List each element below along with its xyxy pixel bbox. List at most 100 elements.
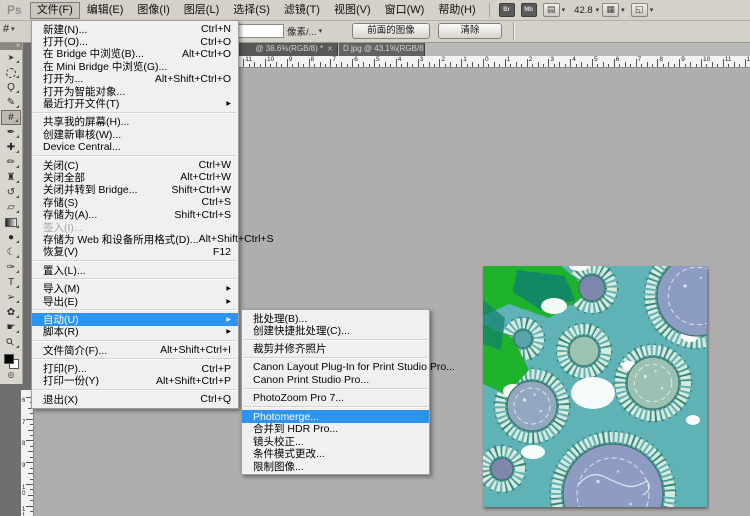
- view-extras-button[interactable]: ▤▾: [543, 3, 566, 17]
- file-menu-item[interactable]: 恢复(V)F12: [32, 246, 238, 258]
- gradient-tool[interactable]: [1, 215, 21, 230]
- path-selection-tool[interactable]: ➢: [1, 290, 21, 305]
- automate-submenu-item[interactable]: Canon Print Studio Pro...: [242, 374, 429, 386]
- foreground-color-swatch[interactable]: [4, 354, 14, 364]
- custom-shape-tool[interactable]: ✿: [1, 305, 21, 320]
- screen-mode-button[interactable]: ◱▾: [631, 3, 654, 17]
- ruler-tick: [728, 64, 729, 67]
- menu-separator: [243, 357, 428, 359]
- menubar-item-layer[interactable]: 图层(L): [177, 2, 226, 19]
- clear-button[interactable]: 清除: [438, 23, 502, 39]
- file-menu-item[interactable]: Device Central...: [32, 141, 238, 153]
- menubar-item-filter[interactable]: 滤镜(T): [277, 2, 327, 19]
- front-image-button[interactable]: 前面的图像: [352, 23, 430, 39]
- document-image[interactable]: [483, 266, 707, 507]
- ruler-tick: [412, 64, 413, 67]
- launch-mini-bridge-button[interactable]: Mb: [521, 3, 537, 17]
- file-menu-item[interactable]: 置入(L)...: [32, 264, 238, 276]
- history-brush-tool[interactable]: ↺: [1, 185, 21, 200]
- panel-collapse-icon[interactable]: »: [0, 42, 22, 50]
- ruler-number: 11: [245, 56, 252, 63]
- document-tab-active[interactable]: D.jpg @ 43.1%(RGB/8) *✕: [339, 42, 425, 56]
- blur-tool[interactable]: ●: [1, 230, 21, 245]
- zoom-level-value[interactable]: 42.8: [574, 5, 593, 16]
- type-tool[interactable]: T: [1, 275, 21, 290]
- hand-tool[interactable]: ☛: [1, 320, 21, 335]
- file-menu-item[interactable]: 导出(E)▶: [32, 295, 238, 307]
- close-icon[interactable]: ✕: [327, 46, 333, 53]
- crop-tool[interactable]: #: [1, 110, 21, 125]
- ruler-tick: [510, 64, 511, 67]
- crop-size-field[interactable]: [238, 24, 284, 38]
- ruler-number: 6: [22, 398, 25, 404]
- menu-item-shortcut: Alt+Shift+Ctrl+O: [155, 73, 231, 85]
- spot-healing-brush-tool-icon: ✚: [7, 142, 15, 153]
- eraser-tool[interactable]: ▱: [1, 200, 21, 215]
- automate-submenu-item[interactable]: Canon Layout Plug-In for Print Studio Pr…: [242, 361, 429, 373]
- menubar-item-edit[interactable]: 编辑(E): [80, 2, 131, 19]
- menubar-item-image[interactable]: 图像(I): [130, 2, 176, 19]
- lasso-tool-icon: Ϙ: [7, 82, 15, 93]
- brush-tool-icon: ✏: [7, 157, 15, 168]
- flower-disc: [627, 357, 679, 409]
- quick-selection-tool[interactable]: ✎: [1, 95, 21, 110]
- ruler-tick: [363, 62, 364, 67]
- file-menu-item[interactable]: 退出(X)Ctrl+Q: [32, 393, 238, 405]
- file-menu-item[interactable]: 创建新审核(W)...: [32, 128, 238, 140]
- dodge-tool[interactable]: ☾: [1, 245, 21, 260]
- menubar-item-file[interactable]: 文件(F): [30, 2, 80, 19]
- menubar-item-select[interactable]: 选择(S): [226, 2, 277, 19]
- spot-healing-brush-tool[interactable]: ✚: [1, 140, 21, 155]
- elliptical-marquee-tool[interactable]: [1, 65, 21, 80]
- tool-preset-picker[interactable]: # ▾: [3, 23, 15, 35]
- ruler-tick: [423, 64, 424, 67]
- menubar-item-view[interactable]: 视图(V): [327, 2, 378, 19]
- automate-submenu-item[interactable]: 裁剪并修齐照片: [242, 343, 429, 355]
- arrange-documents-button[interactable]: ▦▾: [602, 3, 625, 17]
- menu-separator: [33, 278, 237, 280]
- file-menu-item[interactable]: 打印一份(Y)Alt+Shift+Ctrl+P: [32, 375, 238, 387]
- pen-tool[interactable]: ✑: [1, 260, 21, 275]
- ruler-tick: [608, 64, 609, 67]
- menubar-item-window[interactable]: 窗口(W): [378, 2, 432, 19]
- ruler-tick: [341, 62, 342, 67]
- zoom-tool[interactable]: ⚲: [1, 335, 21, 350]
- ruler-tick: [28, 451, 33, 452]
- ruler-number: 11: [725, 56, 732, 63]
- automate-submenu-item[interactable]: PhotoZoom Pro 7...: [242, 392, 429, 404]
- clone-stamp-tool[interactable]: ♜: [1, 170, 21, 185]
- ruler-number: 7: [22, 420, 25, 426]
- move-tool[interactable]: ➤: [1, 50, 21, 65]
- automate-submenu-item[interactable]: 创建快捷批处理(C)...: [242, 324, 429, 336]
- chevron-down-icon: ▾: [650, 6, 654, 14]
- file-menu-item[interactable]: 脚本(R)▶: [32, 326, 238, 338]
- eyedropper-tool[interactable]: ✒: [1, 125, 21, 140]
- menu-item-shortcut: Ctrl+S: [202, 196, 231, 208]
- menu-item-label: 最近打开文件(T): [43, 96, 119, 111]
- automate-submenu-item[interactable]: 限制图像...: [242, 460, 429, 472]
- resolution-unit-select[interactable]: 像素/... ▾: [287, 24, 322, 38]
- ruler-tick: [28, 495, 33, 496]
- tools-panel: » ➤ Ϙ ✎#✒ ✚ ✏ ♜↺▱ ●☾✑T➢✿☛⚲ ◎: [0, 42, 23, 384]
- menu-separator: [243, 406, 428, 408]
- quick-mask-button[interactable]: ◎: [1, 370, 21, 380]
- menubar-item-help[interactable]: 帮助(H): [431, 2, 482, 19]
- brush-tool[interactable]: ✏: [1, 155, 21, 170]
- color-swatches[interactable]: [1, 352, 21, 370]
- ruler-tick: [456, 64, 457, 67]
- launch-bridge-button[interactable]: Br: [499, 3, 515, 17]
- ruler-tick: [467, 64, 468, 67]
- file-menu-item[interactable]: 最近打开文件(T)▶: [32, 97, 238, 109]
- vertical-ruler[interactable]: 67891 01 1: [21, 390, 34, 516]
- menu-item-shortcut: Alt+Ctrl+W: [180, 171, 231, 183]
- flower-speckle: [596, 480, 599, 483]
- white-patch: [686, 415, 700, 425]
- menu-item-shortcut: Ctrl+N: [201, 23, 231, 35]
- lasso-tool[interactable]: Ϙ: [1, 80, 21, 95]
- file-menu-item[interactable]: 文件简介(F)...Alt+Shift+Ctrl+I: [32, 344, 238, 356]
- ruler-tick: [347, 64, 348, 67]
- menu-item-shortcut: Shift+Ctrl+W: [171, 184, 231, 196]
- menu-item-label: 脚本(R): [43, 324, 79, 339]
- options-divider: [513, 22, 515, 40]
- chevron-down-icon[interactable]: ▾: [596, 6, 600, 14]
